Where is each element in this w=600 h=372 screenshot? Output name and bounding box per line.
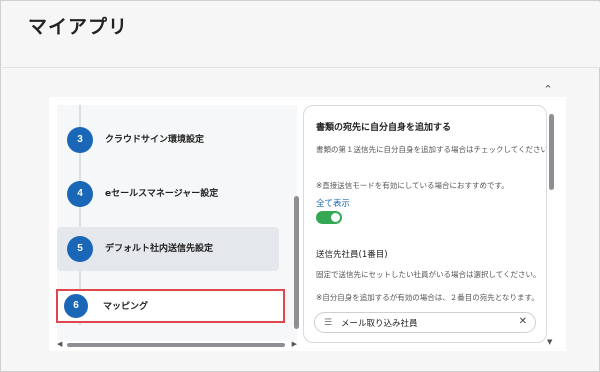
page-title: マイアプリ (28, 16, 129, 38)
step-item-mapping[interactable]: 6 マッピング (56, 289, 285, 323)
steps-vertical-scrollbar[interactable] (294, 196, 299, 329)
list-icon: ☰ (324, 318, 333, 328)
self-recipient-description: 書類の第１送信先に自分自身を追加する場合はチェックしてください。 (316, 145, 547, 154)
close-icon[interactable]: ✕ (519, 316, 527, 327)
step-number: 6 (64, 294, 88, 318)
selected-employee: メール取り込み社員 (341, 319, 418, 329)
recipient-employee-select[interactable]: ☰ メール取り込み社員 ✕ (314, 312, 536, 333)
scroll-left-icon[interactable]: ◀ (57, 340, 62, 348)
recipient-employee-title: 送信先社員(1番目) (316, 250, 388, 260)
settings-card: 書類の宛先に自分自身を追加する 書類の第１送信先に自分自身を追加する場合はチェッ… (303, 105, 547, 343)
scroll-down-icon[interactable]: ▼ (547, 338, 552, 346)
steps-horizontal-scrollbar[interactable]: ◀ ▶ (57, 340, 297, 349)
step-label: マッピング (103, 302, 149, 312)
step-item-esales-manager[interactable]: 4 eセールスマネージャー設定 (57, 172, 279, 216)
step-item-default-recipient[interactable]: 5 デフォルト社内送信先設定 (57, 227, 279, 271)
show-all-link[interactable]: 全て表示 (316, 197, 350, 209)
step-label: クラウドサイン環境設定 (105, 135, 205, 145)
self-recipient-title: 書類の宛先に自分自身を追加する (316, 123, 452, 133)
recipient-employee-description: 固定で送信先にセットしたい社員がいる場合は選択してください。 (316, 270, 541, 279)
toggle-knob (331, 213, 340, 222)
step-number: 4 (67, 181, 93, 207)
recipient-employee-note: ※自分自身を追加するが有効の場合は、２番目の宛先となります。 (316, 293, 539, 302)
self-recipient-note: ※直接送信モードを有効にしている場合におすすめです。 (316, 181, 509, 190)
step-label: eセールスマネージャー設定 (105, 189, 219, 199)
settings-vertical-scrollbar[interactable] (549, 114, 554, 190)
step-label: デフォルト社内送信先設定 (105, 244, 214, 254)
step-number: 5 (67, 236, 93, 262)
app-window: マイアプリ ⌃ 3 クラウドサイン環境設定 4 eセールスマネージャー設定 5 … (0, 0, 600, 372)
app-header: マイアプリ (2, 2, 600, 68)
step-item-cloudsign[interactable]: 3 クラウドサイン環境設定 (57, 118, 279, 162)
step-number: 3 (67, 127, 93, 153)
scroll-right-icon[interactable]: ▶ (292, 340, 297, 348)
chevron-up-icon[interactable]: ⌃ (541, 83, 555, 97)
self-recipient-toggle[interactable] (316, 211, 342, 224)
scroll-thumb[interactable] (67, 343, 285, 347)
